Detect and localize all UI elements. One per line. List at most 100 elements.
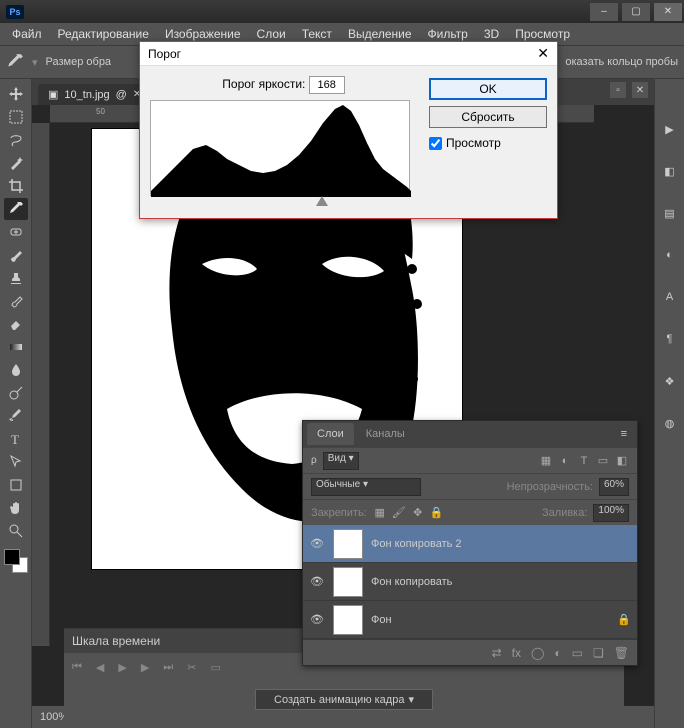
- filter-pixel-icon[interactable]: ▦: [539, 454, 553, 468]
- filter-adjust-icon[interactable]: ◐: [558, 454, 572, 468]
- last-frame-icon[interactable]: ⏭: [163, 661, 173, 674]
- toolbox: T: [0, 79, 32, 728]
- zoom-tool[interactable]: [4, 520, 28, 542]
- layer-row[interactable]: 👁 Фон 🔒: [303, 601, 637, 639]
- tab-restore-button[interactable]: ▫: [610, 82, 626, 98]
- adjustments-icon[interactable]: ◐: [660, 245, 680, 265]
- filter-type-icon[interactable]: T: [577, 454, 591, 468]
- show-ring-label: оказать кольцо пробы: [565, 56, 678, 68]
- scissors-icon[interactable]: ✂: [187, 661, 196, 674]
- eyedropper-icon: [6, 53, 24, 71]
- layer-thumbnail[interactable]: [333, 529, 363, 559]
- history-icon[interactable]: ▶: [660, 119, 680, 139]
- layer-row[interactable]: 👁 Фон копировать: [303, 563, 637, 601]
- fill-input[interactable]: 100%: [593, 504, 629, 522]
- layers-icon[interactable]: ❖: [660, 371, 680, 391]
- ok-button[interactable]: OK: [429, 78, 547, 100]
- crop-tool[interactable]: [4, 175, 28, 197]
- adjustment-icon[interactable]: ◐: [554, 646, 561, 660]
- lock-label: Закрепить:: [311, 507, 367, 519]
- visibility-icon[interactable]: 👁: [309, 536, 325, 552]
- filter-smart-icon[interactable]: ◧: [615, 454, 629, 468]
- opacity-input[interactable]: 60%: [599, 478, 629, 496]
- heal-tool[interactable]: [4, 221, 28, 243]
- pen-tool[interactable]: [4, 405, 28, 427]
- lock-position-icon[interactable]: ✥: [411, 506, 425, 520]
- lasso-tool[interactable]: [4, 129, 28, 151]
- blend-mode-select[interactable]: Обычные ▾: [311, 478, 421, 496]
- tab-close-button[interactable]: ✕: [632, 82, 648, 98]
- swatches-icon[interactable]: ▤: [660, 203, 680, 223]
- tab-filename: 10_tn.jpg: [64, 89, 109, 101]
- blur-tool[interactable]: [4, 359, 28, 381]
- tab-layers[interactable]: Слои: [307, 423, 354, 445]
- layer-name[interactable]: Фон: [371, 614, 392, 626]
- threshold-slider[interactable]: [150, 196, 417, 208]
- opacity-label: Непрозрачность:: [507, 481, 593, 493]
- folder-icon[interactable]: ▭: [572, 646, 583, 660]
- next-frame-icon[interactable]: ▶: [141, 661, 149, 674]
- new-layer-icon[interactable]: ❏: [593, 646, 604, 660]
- close-button[interactable]: ✕: [654, 3, 682, 21]
- visibility-icon[interactable]: 👁: [309, 574, 325, 590]
- layer-name[interactable]: Фон копировать 2: [371, 538, 462, 550]
- layer-thumbnail[interactable]: [333, 605, 363, 635]
- fx-icon[interactable]: fx: [512, 646, 521, 660]
- prev-frame-icon[interactable]: ◀: [96, 661, 104, 674]
- slider-thumb-icon[interactable]: [316, 196, 328, 206]
- hand-tool[interactable]: [4, 497, 28, 519]
- dodge-tool[interactable]: [4, 382, 28, 404]
- layer-name[interactable]: Фон копировать: [371, 576, 452, 588]
- layer-filter-kind[interactable]: Вид ▾: [323, 452, 359, 470]
- mask-icon[interactable]: ◯: [531, 646, 544, 660]
- lock-pixels-icon[interactable]: 🖌: [392, 506, 406, 520]
- move-tool[interactable]: [4, 83, 28, 105]
- tab-channels[interactable]: Каналы: [356, 423, 415, 445]
- eraser-tool[interactable]: [4, 313, 28, 335]
- stamp-tool[interactable]: [4, 267, 28, 289]
- color-swatches[interactable]: [4, 549, 28, 573]
- type-tool[interactable]: T: [4, 428, 28, 450]
- brush-tool[interactable]: [4, 244, 28, 266]
- create-animation-button[interactable]: Создать анимацию кадра▾: [255, 689, 433, 710]
- layers-panel: Слои Каналы ≡ ρ Вид ▾ ▦ ◐ T ▭ ◧ Обычные …: [302, 420, 638, 666]
- menu-file[interactable]: Файл: [4, 24, 50, 44]
- preview-checkbox-input[interactable]: [429, 137, 442, 150]
- dialog-close-icon[interactable]: ✕: [537, 45, 549, 62]
- document-tab[interactable]: ▣ 10_tn.jpg @ ✕: [38, 84, 151, 105]
- transition-icon[interactable]: ▭: [210, 661, 220, 674]
- dialog-titlebar[interactable]: Порог ✕: [140, 42, 557, 66]
- wand-tool[interactable]: [4, 152, 28, 174]
- history-brush-tool[interactable]: [4, 290, 28, 312]
- path-select-tool[interactable]: [4, 451, 28, 473]
- window-controls: – ▢ ✕: [588, 2, 684, 22]
- visibility-icon[interactable]: 👁: [309, 612, 325, 628]
- trash-icon[interactable]: 🗑: [614, 646, 629, 660]
- link-icon[interactable]: ⇄: [492, 646, 502, 660]
- color-icon[interactable]: ◧: [660, 161, 680, 181]
- layer-list: 👁 Фон копировать 2 👁 Фон копировать 👁 Фо…: [303, 525, 637, 639]
- gradient-tool[interactable]: [4, 336, 28, 358]
- threshold-input[interactable]: [309, 76, 345, 94]
- play-icon[interactable]: ▶: [118, 661, 126, 674]
- preview-checkbox[interactable]: Просмотр: [429, 136, 547, 150]
- minimize-button[interactable]: –: [590, 3, 618, 21]
- tab-suffix: @: [116, 89, 127, 101]
- lock-all-icon[interactable]: 🔒: [430, 506, 444, 520]
- panel-menu-icon[interactable]: ≡: [615, 428, 633, 440]
- window-titlebar: Ps – ▢ ✕: [0, 0, 684, 23]
- reset-button[interactable]: Сбросить: [429, 106, 547, 128]
- paragraph-icon[interactable]: ¶: [660, 329, 680, 349]
- lock-transparency-icon[interactable]: ▦: [373, 506, 387, 520]
- layer-thumbnail[interactable]: [333, 567, 363, 597]
- layer-row[interactable]: 👁 Фон копировать 2: [303, 525, 637, 563]
- text-icon[interactable]: A: [660, 287, 680, 307]
- eyedropper-tool[interactable]: [4, 198, 28, 220]
- marquee-tool[interactable]: [4, 106, 28, 128]
- filter-shape-icon[interactable]: ▭: [596, 454, 610, 468]
- maximize-button[interactable]: ▢: [622, 3, 650, 21]
- first-frame-icon[interactable]: ⏮: [72, 661, 82, 674]
- shape-tool[interactable]: [4, 474, 28, 496]
- histogram: [150, 100, 410, 196]
- channels-icon[interactable]: ◍: [660, 413, 680, 433]
